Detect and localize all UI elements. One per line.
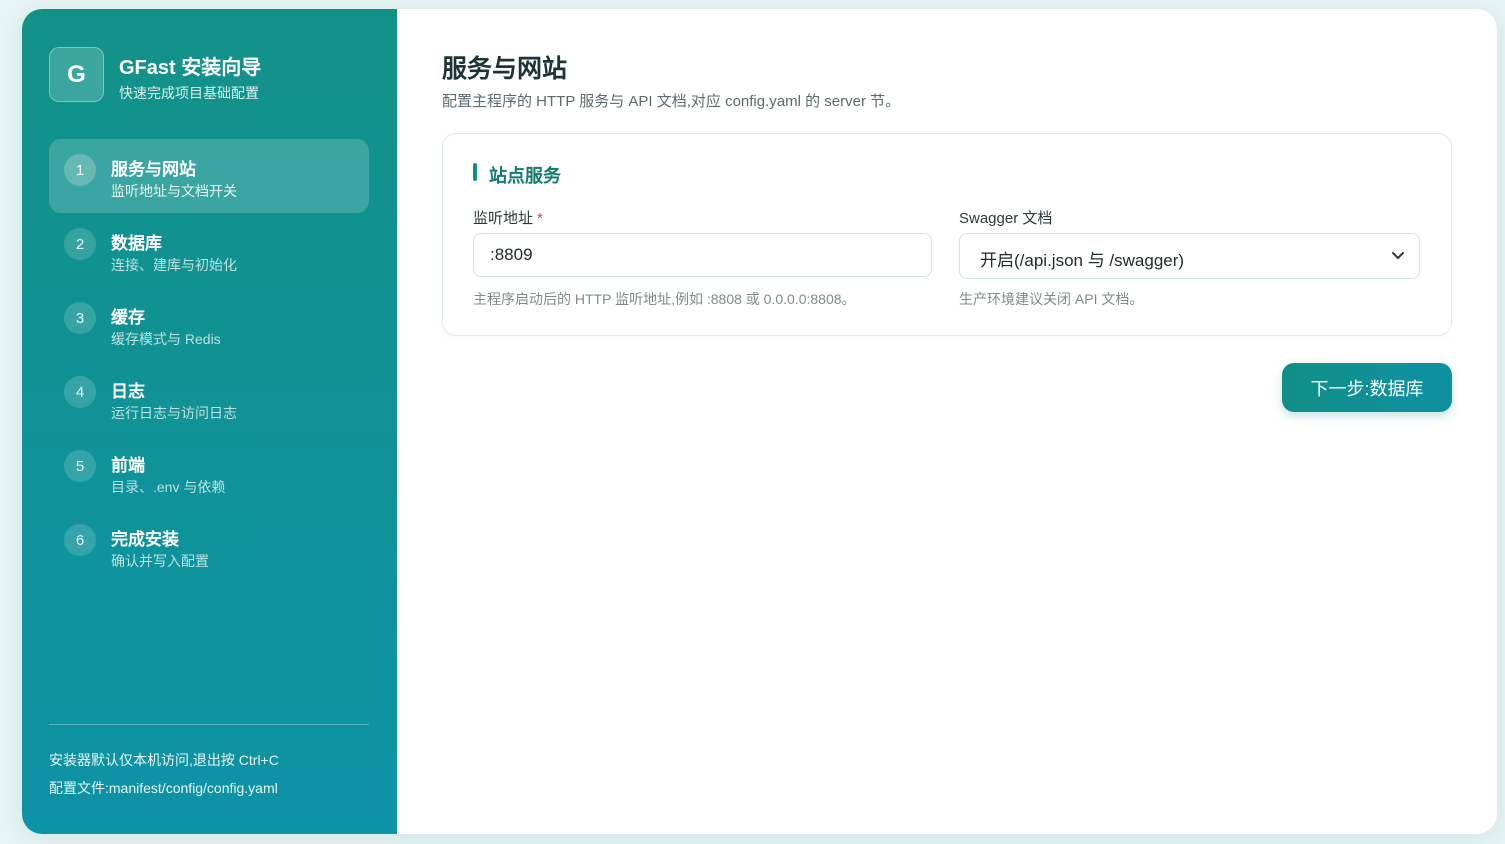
next-step-button[interactable]: 下一步:数据库 bbox=[1282, 363, 1452, 412]
step-item-finish[interactable]: 6 完成安装 确认并写入配置 bbox=[49, 509, 369, 583]
step-list: 1 服务与网站 监听地址与文档开关 2 数据库 连接、建库与初始化 3 缓存 缓… bbox=[49, 139, 369, 583]
chevron-down-icon bbox=[1392, 252, 1404, 259]
step-description: 确认并写入配置 bbox=[111, 553, 209, 569]
step-number: 1 bbox=[64, 154, 96, 186]
step-description: 目录、.env 与依赖 bbox=[111, 479, 226, 495]
listen-address-hint: 主程序启动后的 HTTP 监听地址,例如 :8808 或 0.0.0.0:880… bbox=[473, 291, 856, 307]
sidebar: G GFast 安装向导 快速完成项目基础配置 1 服务与网站 监听地址与文档开… bbox=[22, 9, 397, 834]
sidebar-divider bbox=[49, 724, 369, 725]
step-item-cache[interactable]: 3 缓存 缓存模式与 Redis bbox=[49, 287, 369, 361]
step-item-logging[interactable]: 4 日志 运行日志与访问日志 bbox=[49, 361, 369, 435]
step-title: 完成安装 bbox=[111, 530, 179, 549]
page-title: 服务与网站 bbox=[442, 55, 568, 83]
main-content: 服务与网站 配置主程序的 HTTP 服务与 API 文档,对应 config.y… bbox=[397, 9, 1497, 834]
step-title: 缓存 bbox=[111, 308, 145, 327]
brand-subtitle: 快速完成项目基础配置 bbox=[119, 85, 259, 101]
step-number: 2 bbox=[64, 228, 96, 260]
swagger-selected-value: 开启(/api.json 与 /swagger) bbox=[980, 251, 1185, 270]
step-description: 缓存模式与 Redis bbox=[111, 331, 221, 347]
step-number: 3 bbox=[64, 302, 96, 334]
card-accent-bar bbox=[473, 163, 477, 181]
required-mark: * bbox=[537, 210, 543, 227]
swagger-select[interactable]: 开启(/api.json 与 /swagger) bbox=[959, 233, 1420, 279]
listen-address-input[interactable] bbox=[473, 233, 932, 277]
site-service-card: 站点服务 监听地址* 主程序启动后的 HTTP 监听地址,例如 :8808 或 … bbox=[442, 133, 1452, 336]
step-item-database[interactable]: 2 数据库 连接、建库与初始化 bbox=[49, 213, 369, 287]
step-description: 运行日志与访问日志 bbox=[111, 405, 237, 421]
brand-title: GFast 安装向导 bbox=[119, 57, 262, 79]
step-description: 监听地址与文档开关 bbox=[111, 183, 237, 199]
sidebar-footer: 安装器默认仅本机访问,退出按 Ctrl+C 配置文件:manifest/conf… bbox=[49, 746, 279, 802]
card-title: 站点服务 bbox=[489, 166, 561, 186]
step-number: 5 bbox=[64, 450, 96, 482]
step-number: 4 bbox=[64, 376, 96, 408]
swagger-label: Swagger 文档 bbox=[959, 210, 1053, 227]
installer-window: G GFast 安装向导 快速完成项目基础配置 1 服务与网站 监听地址与文档开… bbox=[22, 9, 1497, 834]
swagger-hint: 生产环境建议关闭 API 文档。 bbox=[959, 291, 1144, 307]
step-item-frontend[interactable]: 5 前端 目录、.env 与依赖 bbox=[49, 435, 369, 509]
step-description: 连接、建库与初始化 bbox=[111, 257, 237, 273]
step-number: 6 bbox=[64, 524, 96, 556]
step-title: 数据库 bbox=[111, 234, 162, 253]
step-item-server[interactable]: 1 服务与网站 监听地址与文档开关 bbox=[49, 139, 369, 213]
footer-config-path: 配置文件:manifest/config/config.yaml bbox=[49, 780, 278, 796]
listen-address-label-text: 监听地址 bbox=[473, 210, 534, 227]
brand-logo: G bbox=[49, 47, 104, 102]
step-title: 服务与网站 bbox=[111, 160, 196, 179]
listen-address-label: 监听地址 * bbox=[473, 207, 543, 228]
step-title: 日志 bbox=[111, 382, 145, 401]
step-title: 前端 bbox=[111, 456, 145, 475]
footer-access-note: 安装器默认仅本机访问,退出按 Ctrl+C bbox=[49, 752, 279, 768]
page-subtitle: 配置主程序的 HTTP 服务与 API 文档,对应 config.yaml 的 … bbox=[442, 93, 901, 110]
